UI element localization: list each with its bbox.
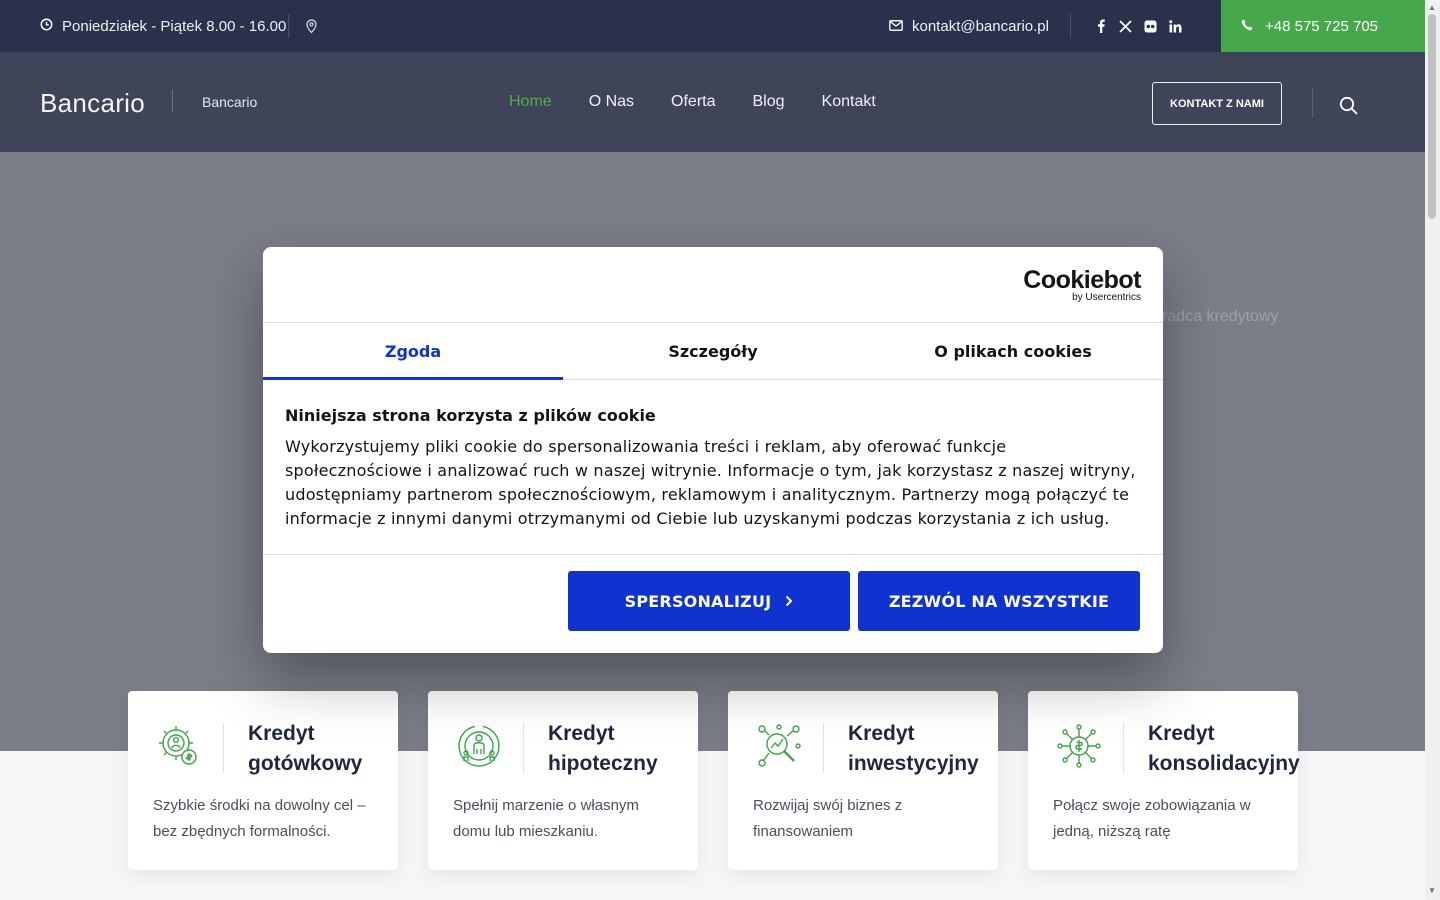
tab-szczegoly[interactable]: Szczegóły: [563, 323, 863, 379]
customize-button[interactable]: SPERSONALIZUJ: [568, 571, 850, 631]
allow-all-button[interactable]: ZEZWÓL NA WSZYSTKIE: [858, 571, 1140, 631]
cookie-body: Niniejsza strona korzysta z plików cooki…: [285, 406, 1145, 531]
customize-label: SPERSONALIZUJ: [624, 591, 772, 611]
scrollbar-thumb[interactable]: [1428, 14, 1436, 219]
page-scrollbar[interactable]: ▲ ▼: [1425, 0, 1440, 900]
tab-zgoda[interactable]: Zgoda: [263, 323, 563, 380]
tab-o-plikach-cookies[interactable]: O plikach cookies: [863, 323, 1163, 379]
cookie-consent-dialog: Cookiebot by Usercentrics Zgoda Szczegół…: [263, 247, 1163, 653]
chevron-right-icon: [785, 592, 793, 611]
cookie-description: Wykorzystujemy pliki cookie do spersonal…: [285, 437, 1136, 528]
cookie-footer: SPERSONALIZUJ ZEZWÓL NA WSZYSTKIE: [263, 554, 1163, 653]
cookie-heading: Niniejsza strona korzysta z plików cooki…: [285, 406, 656, 425]
scroll-up-icon[interactable]: ▲: [1428, 3, 1436, 12]
cookiebot-brand: Cookiebot: [1023, 266, 1141, 294]
scroll-down-icon[interactable]: ▼: [1428, 886, 1436, 895]
cookie-tabs: Zgoda Szczegóły O plikach cookies: [263, 322, 1163, 380]
cookiebot-logo[interactable]: Cookiebot by Usercentrics: [1023, 267, 1141, 303]
allow-all-label: ZEZWÓL NA WSZYSTKIE: [888, 591, 1110, 611]
